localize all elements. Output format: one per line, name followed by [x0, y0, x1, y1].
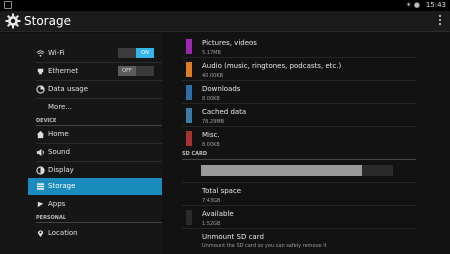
- action-bar: Storage: [0, 11, 450, 32]
- sidebar-item-ethernet[interactable]: Ethernet OFF: [0, 63, 162, 80]
- sidebar-item-label: Location: [48, 229, 78, 237]
- storage-panel: Pictures, videos 5.17MB Audio (music, ri…: [162, 33, 450, 254]
- sidebar-item-storage[interactable]: Storage: [28, 178, 162, 195]
- wifi-toggle[interactable]: ON: [118, 48, 154, 58]
- location-icon: [37, 230, 44, 238]
- storage-icon: [36, 183, 45, 190]
- total-space-item[interactable]: Total space 7.43GB: [162, 184, 450, 207]
- sidebar-item-label: Sound: [48, 148, 71, 156]
- page-title: Storage: [24, 14, 71, 28]
- pictures-color-swatch: [186, 39, 192, 54]
- apps-icon: [37, 201, 44, 208]
- device-section-header: DEVICE: [36, 118, 57, 124]
- notification-icon: [4, 1, 12, 9]
- sd-usage-bar: [201, 165, 393, 176]
- home-icon: [36, 130, 45, 139]
- storage-item-pictures[interactable]: Pictures, videos 5.17MB: [162, 36, 450, 59]
- sidebar-item-apps[interactable]: Apps: [0, 196, 162, 213]
- sidebar-item-location[interactable]: Location: [0, 225, 162, 242]
- settings-gear-icon[interactable]: [5, 13, 21, 29]
- sidebar-item-label: Data usage: [48, 85, 89, 93]
- sidebar-item-more[interactable]: More...: [0, 99, 162, 116]
- sidebar-item-display[interactable]: Display: [0, 162, 162, 179]
- audio-color-swatch: [186, 62, 192, 77]
- sidebar-item-label: Wi-Fi: [48, 49, 65, 57]
- downloads-color-swatch: [186, 85, 192, 100]
- sidebar-item-label: Apps: [48, 200, 66, 208]
- storage-item-downloads[interactable]: Downloads 8.00KB: [162, 82, 450, 105]
- sound-icon: [36, 148, 44, 157]
- misc-color-swatch: [186, 131, 192, 146]
- sd-usage-fill: [201, 165, 363, 176]
- unmount-sd-card-button[interactable]: Unmount SD card Unmount the SD card so y…: [162, 230, 450, 253]
- available-item[interactable]: Available 1.52GB: [162, 207, 450, 230]
- display-icon: [36, 166, 45, 175]
- personal-section-header: PERSONAL: [36, 215, 67, 221]
- status-icons: ✶ ●: [405, 1, 420, 9]
- sidebar-item-home[interactable]: Home: [0, 126, 162, 143]
- ethernet-toggle[interactable]: OFF: [118, 66, 154, 76]
- clock: 15:43: [425, 1, 446, 9]
- sidebar-item-label: More...: [48, 103, 73, 111]
- sidebar-item-sound[interactable]: Sound: [0, 144, 162, 161]
- overflow-menu-icon[interactable]: [438, 15, 442, 27]
- sidebar-item-data-usage[interactable]: Data usage: [0, 81, 162, 98]
- sidebar: Wi-Fi ON Ethernet OFF Data usage More...…: [0, 33, 162, 254]
- sidebar-item-label: Storage: [48, 182, 76, 190]
- wifi-icon: [36, 50, 45, 57]
- cached-data-color-swatch: [186, 108, 192, 123]
- ethernet-icon: [37, 68, 44, 75]
- sidebar-item-label: Home: [48, 130, 69, 138]
- storage-item-misc[interactable]: Misc. 8.00KB: [162, 128, 450, 151]
- storage-item-cached-data[interactable]: Cached data 78.29MB: [162, 105, 450, 128]
- sd-card-section-header: SD CARD: [182, 151, 208, 157]
- data-usage-icon: [36, 85, 45, 94]
- status-bar: ✶ ● 15:43: [0, 0, 450, 11]
- sidebar-item-label: Ethernet: [48, 67, 79, 75]
- storage-item-audio[interactable]: Audio (music, ringtones, podcasts, etc.)…: [162, 59, 450, 82]
- sidebar-item-label: Display: [48, 166, 74, 174]
- sidebar-item-wifi[interactable]: Wi-Fi ON: [0, 45, 162, 62]
- available-color-swatch: [186, 210, 192, 225]
